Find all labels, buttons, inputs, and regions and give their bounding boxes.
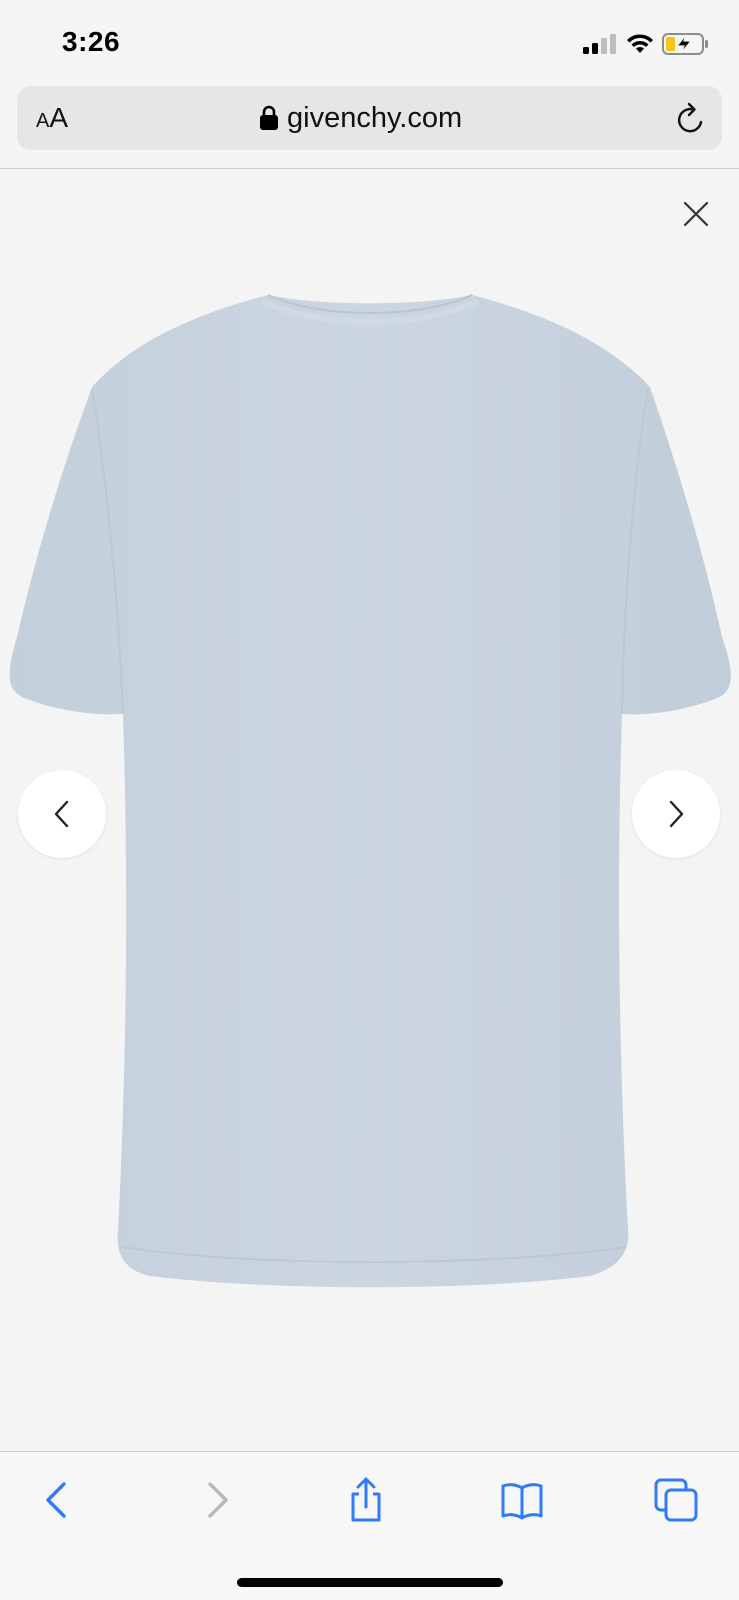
url-display[interactable]: givenchy.com	[259, 100, 462, 136]
close-icon[interactable]	[682, 200, 710, 228]
tabs-icon[interactable]	[652, 1476, 700, 1524]
lock-icon	[260, 105, 278, 130]
url-text: givenchy.com	[287, 101, 463, 134]
back-icon[interactable]	[36, 1476, 84, 1524]
share-icon[interactable]	[342, 1476, 390, 1524]
cellular-signal-icon	[583, 34, 616, 54]
text-size-small-label: A	[36, 110, 50, 132]
battery-charging-icon	[662, 33, 708, 55]
forward-icon[interactable]	[190, 1476, 238, 1524]
status-time: 3:26	[62, 26, 121, 57]
home-indicator[interactable]	[237, 1578, 503, 1587]
chevron-right-icon	[669, 800, 684, 828]
previous-image-button[interactable]	[18, 770, 106, 858]
product-gallery	[0, 169, 739, 1451]
text-size-large-label: A	[49, 102, 69, 133]
browser-toolbar	[0, 1451, 739, 1600]
wifi-icon	[627, 34, 653, 53]
product-image	[9, 294, 731, 1288]
reload-icon[interactable]	[675, 102, 707, 136]
text-size-button[interactable]: AA	[36, 103, 68, 136]
address-bar[interactable]: AA givenchy.com	[17, 86, 722, 150]
next-image-button[interactable]	[632, 770, 720, 858]
chevron-left-icon	[54, 800, 69, 828]
bookmarks-icon[interactable]	[498, 1476, 546, 1524]
status-bar: 3:26	[0, 0, 739, 84]
